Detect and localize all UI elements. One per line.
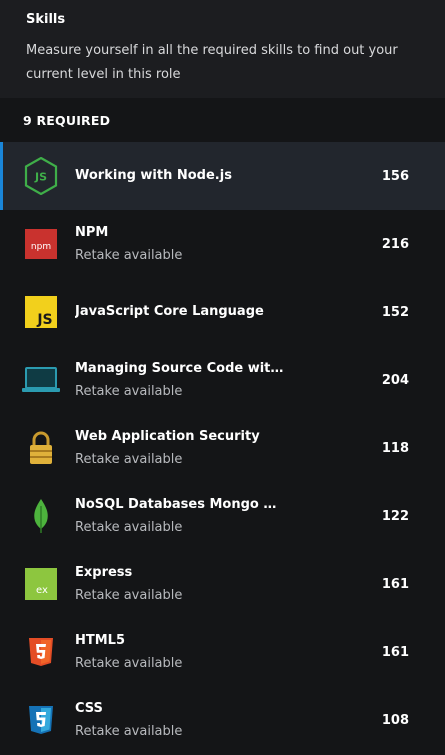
skill-score: 216 [381, 236, 409, 252]
express-icon: ex [21, 564, 61, 604]
skill-name: Express [75, 564, 133, 580]
skill-score: 156 [381, 168, 409, 184]
skill-row-git[interactable]: Managing Source Code with Git Retake ava… [0, 346, 445, 414]
retake-available-label: Retake available [75, 451, 183, 467]
skill-score: 122 [381, 508, 409, 524]
skill-name: NPM [75, 224, 109, 240]
svg-text:JS: JS [34, 171, 47, 184]
padlock-icon [21, 428, 61, 468]
required-count-bar: 9 REQUIRED [0, 98, 445, 142]
skill-row-nodejs[interactable]: JS Working with Node.js 156 [0, 142, 445, 210]
skill-row-mongodb[interactable]: NoSQL Databases Mongo Editi... Retake av… [0, 482, 445, 550]
retake-available-label: Retake available [75, 655, 183, 671]
skill-name: Working with Node.js [75, 168, 232, 183]
mongodb-leaf-icon [21, 496, 61, 536]
skill-name: HTML5 [75, 632, 126, 648]
skill-row-npm[interactable]: npm NPM Retake available 216 [0, 210, 445, 278]
retake-available-label: Retake available [75, 587, 183, 603]
skills-header: Skills Measure yourself in all the requi… [0, 0, 445, 98]
skill-row-css[interactable]: CSS Retake available 108 [0, 686, 445, 754]
html5-icon [21, 632, 61, 672]
svg-text:npm: npm [31, 242, 51, 252]
skills-description: Measure yourself in all the required ski… [26, 43, 398, 82]
skill-name: Managing Source Code with Git [75, 360, 285, 376]
skill-name: NoSQL Databases Mongo Editi... [75, 496, 285, 512]
javascript-icon: JS [21, 292, 61, 332]
skill-score: 204 [381, 372, 409, 388]
npm-icon: npm [21, 224, 61, 264]
skills-title: Skills [26, 12, 66, 27]
skills-list: JS Working with Node.js 156 npm NPM Reta… [0, 142, 445, 754]
skill-score: 118 [381, 440, 409, 456]
skill-name: Web Application Security [75, 428, 260, 444]
required-count-label: 9 REQUIRED [23, 112, 111, 128]
svg-text:ex: ex [36, 585, 48, 596]
skill-row-html5[interactable]: HTML5 Retake available 161 [0, 618, 445, 686]
nodejs-icon: JS [21, 156, 61, 196]
skill-row-express[interactable]: ex Express Retake available 161 [0, 550, 445, 618]
svg-text:JS: JS [36, 312, 52, 328]
retake-available-label: Retake available [75, 519, 183, 535]
laptop-icon [21, 360, 61, 400]
skill-score: 108 [381, 712, 409, 728]
skill-row-javascript[interactable]: JS JavaScript Core Language 152 [0, 278, 445, 346]
css3-icon [21, 700, 61, 740]
skill-row-security[interactable]: Web Application Security Retake availabl… [0, 414, 445, 482]
skill-name: JavaScript Core Language [75, 304, 264, 319]
retake-available-label: Retake available [75, 247, 183, 263]
skill-name: CSS [75, 700, 103, 716]
skill-score: 152 [381, 304, 409, 320]
skill-score: 161 [381, 644, 409, 660]
skill-score: 161 [381, 576, 409, 592]
retake-available-label: Retake available [75, 383, 183, 399]
retake-available-label: Retake available [75, 723, 183, 739]
